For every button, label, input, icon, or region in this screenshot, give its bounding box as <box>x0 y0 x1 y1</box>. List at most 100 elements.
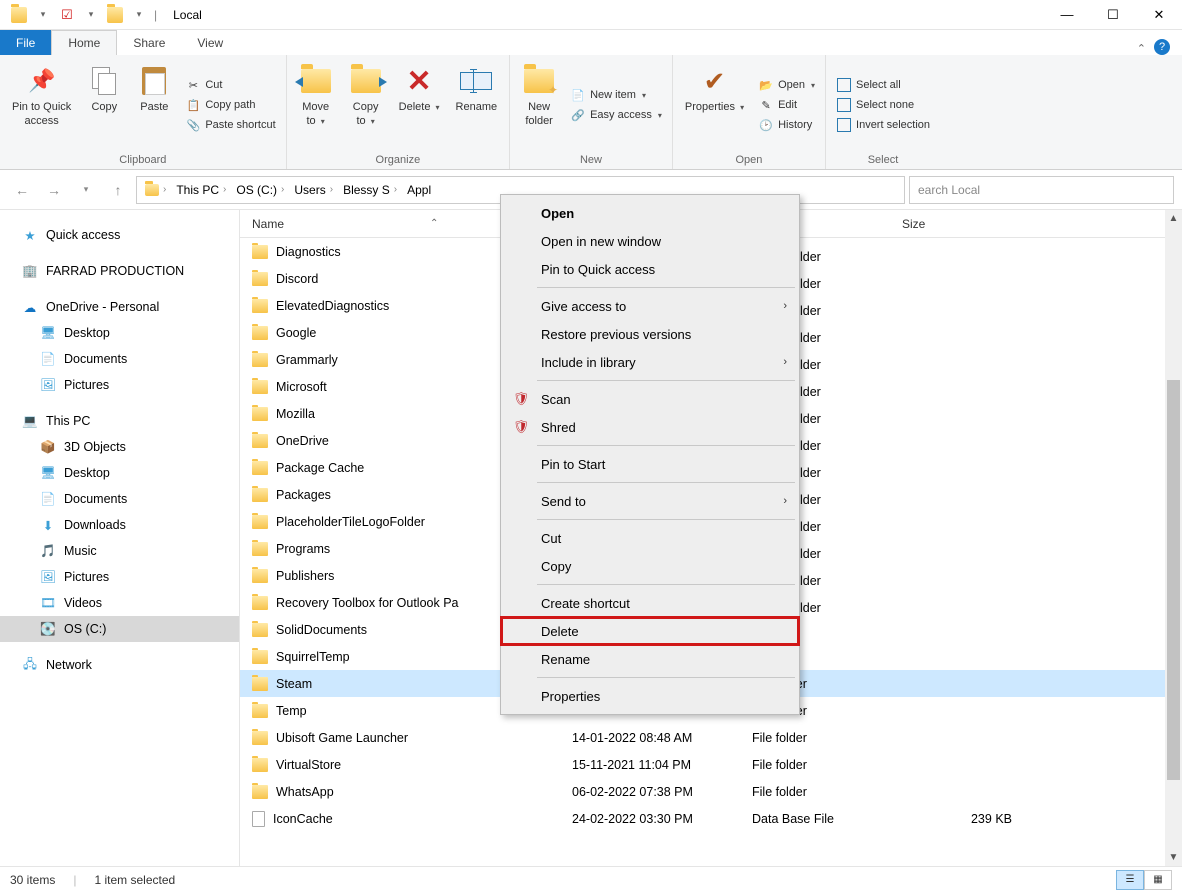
properties-icon: ✔ <box>698 65 730 97</box>
ctx-delete[interactable]: Delete <box>501 617 799 645</box>
nav-this-pc[interactable]: 💻This PC <box>0 408 239 434</box>
button-label: Rename <box>456 101 498 115</box>
ctx-open-new-window[interactable]: Open in new window <box>501 227 799 255</box>
properties-button[interactable]: ✔ Properties ▾ <box>679 59 750 151</box>
checkbox-icon[interactable]: ☑ <box>56 4 78 26</box>
copy-icon <box>88 65 120 97</box>
pin-to-quick-access-button[interactable]: 📌 Pin to Quick access <box>6 59 77 151</box>
col-size[interactable]: Size <box>902 217 1052 231</box>
file-row[interactable]: VirtualStore15-11-2021 11:04 PMFile fold… <box>240 751 1182 778</box>
easy-access-button[interactable]: 🔗Easy access▾ <box>566 106 666 124</box>
open-button[interactable]: 📂Open▾ <box>754 76 819 94</box>
breadcrumb-item[interactable]: OS (C:)› <box>232 183 288 197</box>
select-none-button[interactable]: Select none <box>832 96 934 114</box>
select-all-button[interactable]: Select all <box>832 76 934 94</box>
ctx-pin-start[interactable]: Pin to Start <box>501 450 799 478</box>
paste-button[interactable]: Paste <box>131 59 177 151</box>
home-tab[interactable]: Home <box>51 30 117 55</box>
file-row[interactable]: IconCache24-02-2022 03:30 PMData Base Fi… <box>240 805 1182 832</box>
invert-selection-button[interactable]: Invert selection <box>832 116 934 134</box>
qat-overflow-icon[interactable]: ▾ <box>128 4 150 26</box>
chevron-right-icon: › <box>783 300 787 312</box>
documents-icon: 📄 <box>40 491 56 507</box>
recent-dropdown-icon[interactable]: ▾ <box>72 176 100 204</box>
back-button[interactable]: ← <box>8 176 36 204</box>
nav-pictures[interactable]: 🖼Pictures <box>0 564 239 590</box>
breadcrumb-item[interactable]: Blessy S› <box>339 183 401 197</box>
ctx-scan[interactable]: 🛡Scan <box>501 385 799 413</box>
button-label: New item <box>590 89 636 101</box>
ctx-pin-quick-access[interactable]: Pin to Quick access <box>501 255 799 283</box>
nav-desktop[interactable]: 🖥Desktop <box>0 460 239 486</box>
folder-icon <box>252 569 268 583</box>
close-button[interactable]: ✕ <box>1136 0 1182 30</box>
vertical-scrollbar[interactable]: ▲ ▼ <box>1165 210 1182 866</box>
scroll-thumb[interactable] <box>1167 380 1180 780</box>
select-all-icon <box>836 77 852 93</box>
copy-path-button[interactable]: 📋Copy path <box>181 96 279 114</box>
button-label: Paste <box>140 101 168 115</box>
up-button[interactable]: ↑ <box>104 176 132 204</box>
thumbnails-view-button[interactable]: ▦ <box>1144 870 1172 890</box>
scroll-up-icon[interactable]: ▲ <box>1165 210 1182 227</box>
file-tab[interactable]: File <box>0 30 51 55</box>
nav-network[interactable]: 🖧Network <box>0 652 239 678</box>
ctx-cut[interactable]: Cut <box>501 524 799 552</box>
new-folder-button[interactable]: ✦ New folder <box>516 59 562 151</box>
cut-button[interactable]: ✂Cut <box>181 76 279 94</box>
view-tab[interactable]: View <box>181 30 239 55</box>
minimize-button[interactable]: — <box>1044 0 1090 30</box>
ctx-restore-versions[interactable]: Restore previous versions <box>501 320 799 348</box>
ctx-send-to[interactable]: Send to› <box>501 487 799 515</box>
nav-videos[interactable]: 🎞Videos <box>0 590 239 616</box>
qat-dropdown2-icon[interactable]: ▾ <box>80 4 102 26</box>
rename-icon <box>460 65 492 97</box>
ctx-shred[interactable]: 🛡Shred <box>501 413 799 441</box>
rename-button[interactable]: Rename <box>450 59 504 151</box>
share-tab[interactable]: Share <box>117 30 181 55</box>
nav-onedrive-desktop[interactable]: 🖥Desktop <box>0 320 239 346</box>
nav-quick-access[interactable]: ★Quick access <box>0 222 239 248</box>
ctx-properties[interactable]: Properties <box>501 682 799 710</box>
file-row[interactable]: WhatsApp06-02-2022 07:38 PMFile folder <box>240 778 1182 805</box>
edit-button[interactable]: ✎Edit <box>754 96 819 114</box>
paste-shortcut-button[interactable]: 📎Paste shortcut <box>181 116 279 134</box>
nav-music[interactable]: 🎵Music <box>0 538 239 564</box>
nav-onedrive-pictures[interactable]: 🖼Pictures <box>0 372 239 398</box>
button-label: Copy to ▾ <box>353 101 379 129</box>
ribbon: 📌 Pin to Quick access Copy Paste ✂Cut 📋C… <box>0 55 1182 170</box>
forward-button[interactable]: → <box>40 176 68 204</box>
copy-button[interactable]: Copy <box>81 59 127 151</box>
delete-button[interactable]: ✕ Delete ▾ <box>393 59 446 151</box>
help-icon[interactable]: ? <box>1154 39 1170 55</box>
ctx-open[interactable]: Open <box>501 199 799 227</box>
history-button[interactable]: 🕑History <box>754 116 819 134</box>
ctx-give-access-to[interactable]: Give access to› <box>501 292 799 320</box>
breadcrumb-item[interactable]: Appl <box>403 183 435 197</box>
ctx-copy[interactable]: Copy <box>501 552 799 580</box>
nav-onedrive[interactable]: ☁OneDrive - Personal <box>0 294 239 320</box>
nav-downloads[interactable]: ⬇Downloads <box>0 512 239 538</box>
nav-os-drive[interactable]: 💽OS (C:) <box>0 616 239 642</box>
scroll-down-icon[interactable]: ▼ <box>1165 849 1182 866</box>
collapse-ribbon-icon[interactable]: ⌃ <box>1137 42 1146 55</box>
ctx-include-library[interactable]: Include in library› <box>501 348 799 376</box>
nav-farrad[interactable]: 🏢FARRAD PRODUCTION <box>0 258 239 284</box>
file-row[interactable]: Ubisoft Game Launcher14-01-2022 08:48 AM… <box>240 724 1182 751</box>
new-item-button[interactable]: 📄New item▾ <box>566 86 666 104</box>
ctx-rename[interactable]: Rename <box>501 645 799 673</box>
details-view-button[interactable]: ☰ <box>1116 870 1144 890</box>
qat-dropdown-icon[interactable]: ▾ <box>32 4 54 26</box>
maximize-button[interactable]: ☐ <box>1090 0 1136 30</box>
search-input[interactable]: earch Local <box>909 176 1174 204</box>
nav-3d-objects[interactable]: 📦3D Objects <box>0 434 239 460</box>
folder-icon <box>252 596 268 610</box>
nav-onedrive-documents[interactable]: 📄Documents <box>0 346 239 372</box>
breadcrumb-item[interactable]: Users› <box>290 183 337 197</box>
move-to-button[interactable]: Move to ▾ <box>293 59 339 151</box>
title-separator: | <box>154 8 157 22</box>
breadcrumb-item[interactable]: This PC› <box>172 183 230 197</box>
nav-documents[interactable]: 📄Documents <box>0 486 239 512</box>
ctx-create-shortcut[interactable]: Create shortcut <box>501 589 799 617</box>
copy-to-button[interactable]: Copy to ▾ <box>343 59 389 151</box>
